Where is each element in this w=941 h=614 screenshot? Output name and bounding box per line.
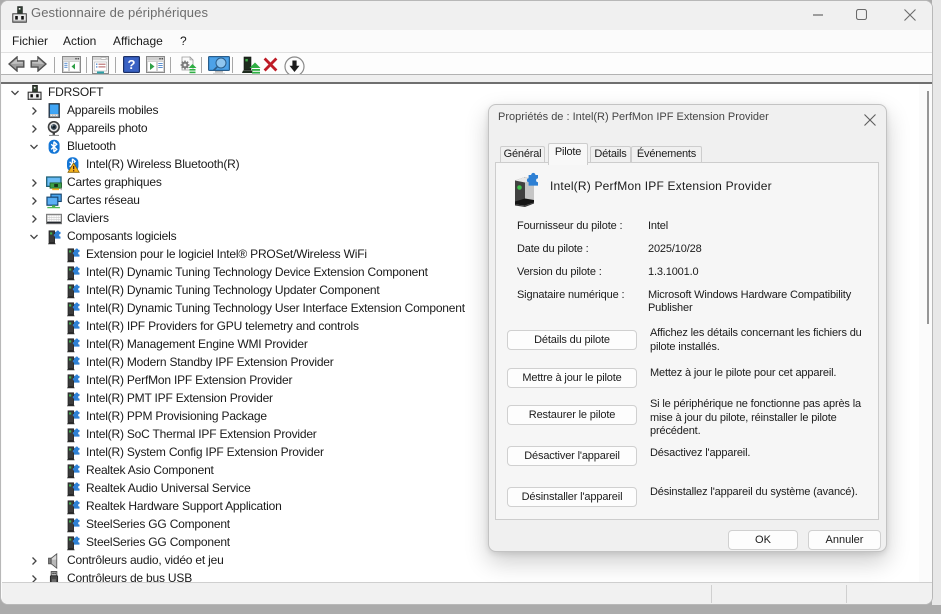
svg-text:?: ? bbox=[128, 57, 136, 72]
